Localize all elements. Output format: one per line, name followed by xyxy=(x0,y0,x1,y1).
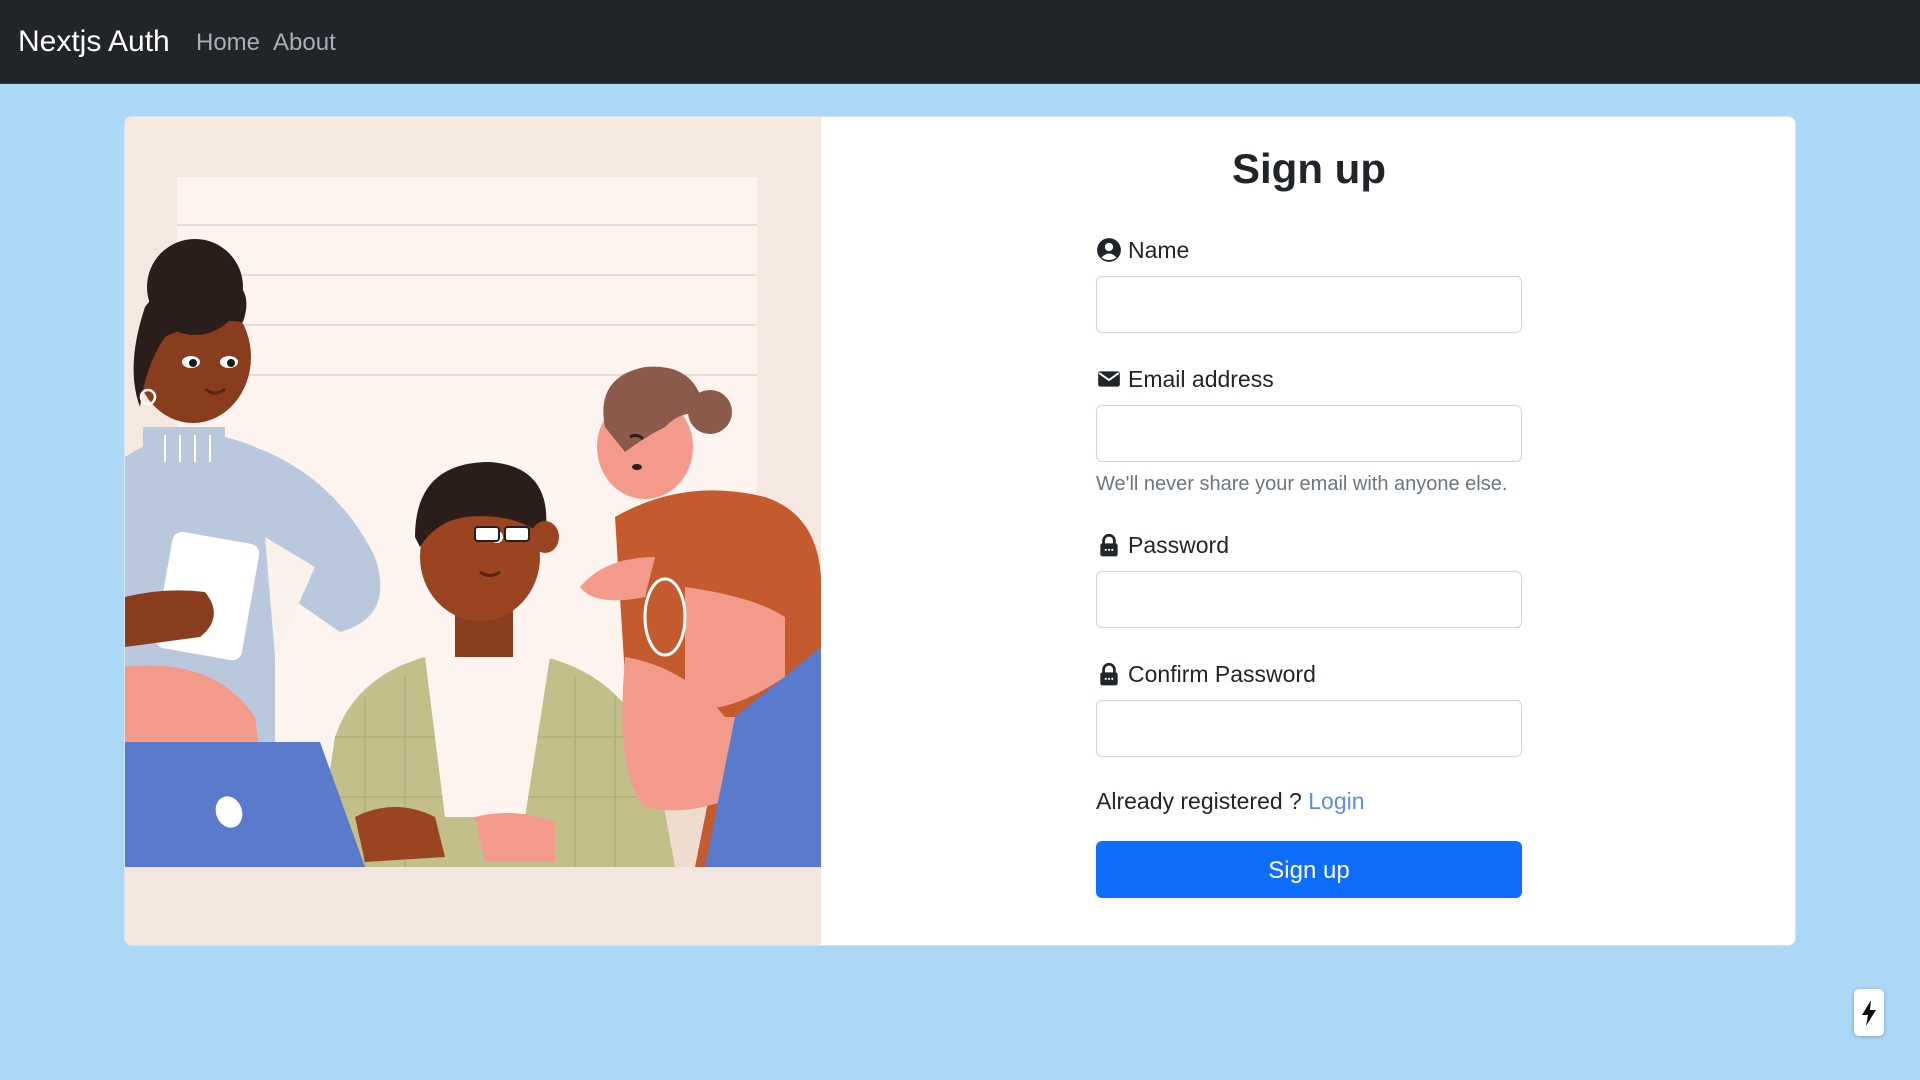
brand-logo[interactable]: Nextjs Auth xyxy=(18,22,170,62)
lightning-bolt-icon xyxy=(1862,999,1876,1026)
user-circle-icon xyxy=(1097,238,1121,262)
nav-link-home[interactable]: Home xyxy=(196,24,260,62)
name-label-text: Name xyxy=(1128,237,1190,263)
top-navbar: Nextjs Auth Home About xyxy=(0,0,1920,84)
dev-indicator-widget[interactable] xyxy=(1854,989,1884,1036)
nav-links: Home About xyxy=(196,24,336,62)
lock-icon xyxy=(1100,662,1118,686)
login-link[interactable]: Login xyxy=(1308,788,1364,814)
email-label: Email address xyxy=(1096,363,1274,395)
signup-button[interactable]: Sign up xyxy=(1096,841,1522,898)
nav-link-about[interactable]: About xyxy=(273,24,336,62)
password-label-text: Password xyxy=(1128,532,1229,558)
confirm-password-label-text: Confirm Password xyxy=(1128,661,1316,687)
envelope-icon xyxy=(1098,371,1120,387)
password-input[interactable] xyxy=(1096,571,1522,628)
name-input[interactable] xyxy=(1096,276,1522,333)
email-label-text: Email address xyxy=(1128,366,1274,392)
email-help-text: We'll never share your email with anyone… xyxy=(1096,473,1508,495)
name-label: Name xyxy=(1096,234,1189,266)
already-registered-text: Already registered ? xyxy=(1096,788,1309,814)
email-input[interactable] xyxy=(1096,405,1522,462)
team-illustration xyxy=(125,117,821,945)
already-registered-line: Already registered ? Login xyxy=(1096,784,1365,818)
lock-icon xyxy=(1100,533,1118,557)
signup-card: Sign up Name Email address We'll never s… xyxy=(124,116,1796,946)
confirm-password-input[interactable] xyxy=(1096,700,1522,757)
password-label: Password xyxy=(1096,529,1229,561)
confirm-password-label: Confirm Password xyxy=(1096,658,1316,690)
form-title: Sign up xyxy=(1232,145,1386,192)
